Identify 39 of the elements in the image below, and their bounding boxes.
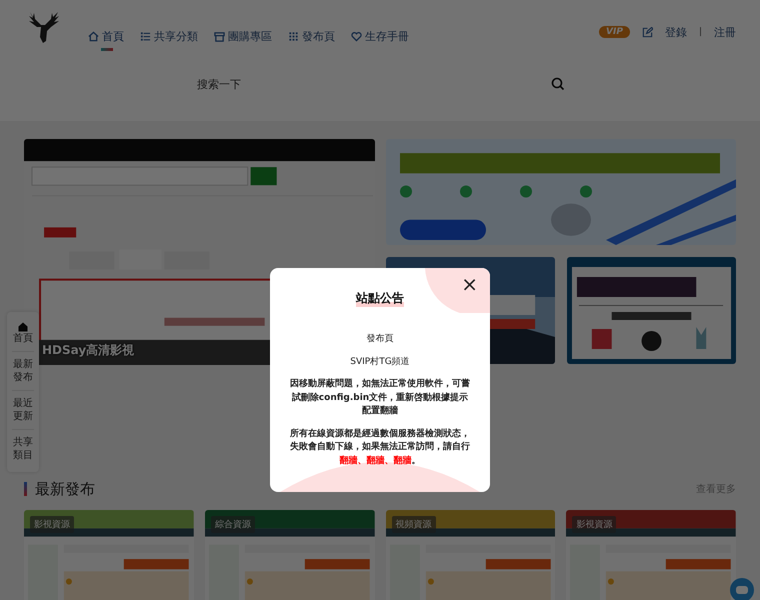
search-icon[interactable] [551, 77, 565, 91]
resource-card[interactable]: 視頻資源 [386, 510, 556, 600]
nav-tab[interactable]: 生存手冊 [351, 21, 409, 51]
slide-caption: HDSay高清影視 [42, 342, 134, 359]
home-icon [88, 30, 99, 42]
resource-card[interactable]: 影視資源 [24, 510, 194, 600]
nav-tab[interactable]: 團購專區 [214, 21, 272, 51]
login-link[interactable]: 登錄 [664, 24, 687, 40]
notice-text: SVIP村TG頻道 [349, 356, 411, 368]
store-icon [214, 30, 225, 42]
section-title: 最新發布 [35, 480, 95, 498]
edit-icon[interactable] [642, 26, 653, 38]
heart-icon [351, 30, 362, 42]
search-field[interactable]: 搜索一下 [195, 76, 551, 92]
grid-icon [288, 30, 299, 42]
register-link[interactable]: 注冊 [714, 24, 736, 40]
nav-tab[interactable]: 發布頁 [288, 21, 335, 51]
home-icon [18, 322, 28, 332]
category-tag: 影視資源 [572, 516, 616, 533]
side-nav-item[interactable]: 最近更新 [12, 391, 34, 430]
modal-overlay[interactable] [0, 0, 760, 600]
side-nav-item[interactable]: 最新發布 [12, 352, 34, 391]
notice-text: 所有在線資源都是經過數個服務器檢測狀态，失敗會自動下線，如果無法正常訪問，請自行 翻牆、翻牆、翻牆。 [289, 428, 471, 468]
category-tag: 綜合資源 [210, 516, 255, 533]
dialog-title: 站點公告 [356, 290, 404, 307]
chat-icon[interactable] [730, 578, 754, 600]
background-blob [425, 268, 490, 313]
nav-tab[interactable]: 共享分類 [140, 21, 198, 51]
category-tag: 影視資源 [30, 516, 74, 533]
side-nav-item[interactable]: 首頁 [12, 316, 34, 352]
separator: | [698, 27, 702, 37]
notice-text: 發布頁 [366, 333, 394, 346]
resource-card[interactable]: 綜合資源 [204, 510, 374, 600]
notice-text: 因移動屏蔽問題，如無法正常使用軟件，可嘗試刪除config.bin文件，重新啓動根據提示配置翻牆 [289, 378, 471, 418]
list-icon [140, 30, 151, 42]
side-nav-item[interactable]: 共享類目 [12, 430, 34, 468]
resource-card[interactable]: 影視資源 [566, 510, 736, 600]
category-tag: 視頻資源 [392, 516, 436, 533]
vip-badge[interactable]: VIP [599, 26, 630, 38]
